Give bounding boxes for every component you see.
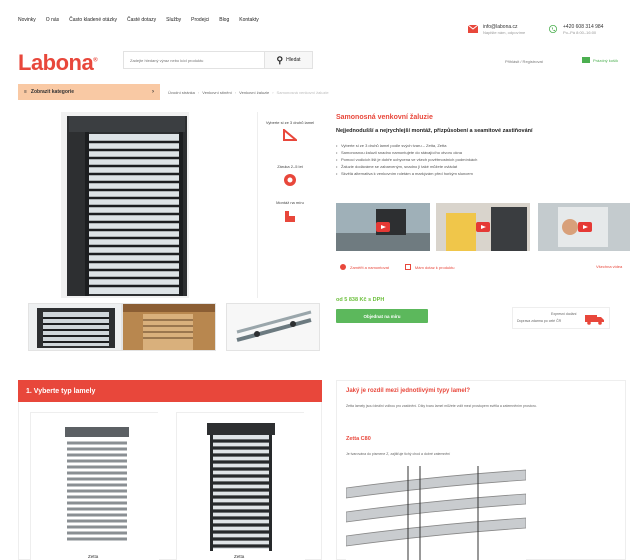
play-icon[interactable] — [476, 222, 490, 232]
feature-lamels: Vyberte si ze 3 druhů lamel — [258, 120, 322, 141]
video-thumbnail[interactable] — [436, 203, 530, 251]
breadcrumb-item[interactable]: Venkovní žaluzie — [239, 90, 269, 95]
top-link[interactable]: Blog — [219, 17, 229, 23]
pin-icon — [340, 264, 346, 270]
top-link[interactable]: Novinky — [18, 17, 36, 23]
play-icon[interactable] — [376, 222, 390, 232]
logo-text: Labona — [18, 50, 94, 75]
search-button-label: Hledat — [286, 57, 301, 63]
breadcrumb-item[interactable]: Úvodní stránka — [168, 90, 195, 95]
product-main-image[interactable] — [61, 112, 189, 298]
play-icon[interactable] — [578, 222, 592, 232]
top-link[interactable]: Prodejci — [191, 17, 209, 23]
product-bullets: Vyberte si ze 3 druhů lamel podle svých … — [336, 142, 477, 177]
gallery-thumbnail[interactable] — [28, 303, 122, 351]
category-label: Zobrazit kategorie — [30, 89, 74, 95]
measure-label: Zaměřit a namontovat — [350, 264, 389, 270]
product-actions: Zaměřit a namontovat Mám dotaz k produkt… — [340, 264, 454, 270]
thumbnail-wood — [123, 304, 215, 350]
lamel-light-image — [31, 413, 159, 560]
breadcrumb-separator: › — [272, 90, 274, 95]
search-bar: ⚲ Hledat — [123, 51, 313, 69]
all-videos-link[interactable]: Všechna videa — [596, 264, 622, 269]
feature-label: Montáž na míru — [276, 200, 304, 205]
breadcrumb-separator: › — [197, 90, 200, 95]
lamel-label: Zetta — [234, 554, 245, 559]
truck-icon — [585, 315, 604, 325]
feature-label: Vyberte si ze 3 druhů lamel — [265, 120, 315, 125]
ask-link[interactable]: Mám dotaz k produktu — [404, 264, 455, 270]
logo[interactable]: Labona® — [18, 50, 98, 76]
top-links: Novinky O nás Často kladené otázky Časté… — [18, 17, 259, 23]
info-heading: Jaký je rozdíl mezi jednotlivými typy la… — [346, 388, 471, 394]
product-price: od 5 838 Kč s DPH — [336, 297, 385, 303]
bullet-item: Skvělá alternativa k venkovním roletám a… — [336, 170, 477, 177]
section-heading: 1. Vyberte typ lamely — [18, 380, 322, 402]
slat-profile-image — [346, 466, 526, 560]
feature-warranty: Záruka 2–5 let — [258, 164, 322, 187]
top-link[interactable]: Služby — [166, 17, 181, 23]
breadcrumb-current: Samonosná venkovní žaluzie — [276, 90, 329, 95]
delivery-line1: Expresní dodání — [551, 312, 577, 316]
phone-contact[interactable]: +420 608 314 984 Po–Pá 8:00–16:00 — [548, 24, 603, 36]
bullet-item: Samonosnou žaluzii snadno namontujete do… — [336, 149, 477, 156]
registered-mark: ® — [93, 57, 98, 64]
lamel-option[interactable] — [30, 412, 159, 560]
top-link[interactable]: Kontakty — [239, 17, 258, 23]
cart-icon — [582, 57, 590, 63]
phone-icon — [549, 25, 557, 33]
mail-icon — [468, 25, 478, 33]
info-subheading: Zetta C80 — [346, 436, 371, 442]
blind-illustration — [61, 112, 189, 298]
chevron-down-icon: › — [152, 89, 154, 95]
search-input[interactable] — [124, 52, 264, 68]
email-sub: Napište nám, odpovíme — [483, 30, 526, 35]
account-link[interactable]: Přihlásit / Registrovat — [505, 59, 543, 64]
order-button[interactable]: Objednat na míru — [336, 309, 428, 323]
breadcrumb: Úvodní stránka › Venkovní stínění › Venkov… — [168, 90, 329, 95]
lamel-dark-image — [177, 413, 305, 560]
video-thumbnail[interactable] — [336, 203, 430, 251]
house-icon — [285, 211, 295, 222]
thumbnail-diagram — [227, 304, 319, 350]
top-link[interactable]: Časté dotazy — [127, 17, 156, 23]
cart-label: Prázdný košík — [593, 57, 619, 63]
product-title: Samonosná venkovní žaluzie — [336, 114, 433, 121]
lamel-label: Zetta — [88, 554, 99, 559]
delivery-box: Expresní dodání Doprava zdarma po celé Č… — [512, 307, 610, 329]
top-link[interactable]: Často kladené otázky — [69, 17, 117, 23]
measure-link[interactable]: Zaměřit a namontovat — [340, 264, 389, 270]
phone-sub: Po–Pá 8:00–16:00 — [563, 30, 597, 35]
search-button[interactable]: ⚲ Hledat — [264, 52, 312, 68]
info-subtext: Je tvarována do písmene Z, zajišťuje tic… — [346, 452, 451, 456]
feature-label: Záruka 2–5 let — [277, 164, 303, 169]
bullet-item: Vyberte si ze 3 druhů lamel podle svých … — [336, 142, 477, 149]
ask-label: Mám dotaz k produktu — [414, 264, 455, 270]
thumbnail-blind — [29, 304, 121, 350]
category-button[interactable]: ≡ Zobrazit kategorie › — [18, 84, 160, 100]
bullet-item: Žaluzie dodáváme se zabarveným, snadno j… — [336, 163, 477, 170]
info-text: Zetta lamely jsou ideální volbou pro zas… — [346, 404, 537, 408]
feature-mount: Montáž na míru — [258, 200, 322, 223]
lamel-option[interactable] — [176, 412, 305, 560]
video-thumbnail[interactable] — [538, 203, 630, 251]
cart-button[interactable]: Prázdný košík — [582, 57, 618, 63]
gallery-thumbnail[interactable] — [226, 303, 320, 351]
top-link[interactable]: O nás — [46, 17, 59, 23]
email-contact[interactable]: info@labona.cz Napište nám, odpovíme — [468, 24, 525, 36]
question-icon — [404, 264, 411, 270]
search-icon: ⚲ — [276, 54, 284, 65]
gallery-thumbnail[interactable] — [122, 303, 216, 351]
breadcrumb-item[interactable]: Venkovní stínění — [202, 90, 232, 95]
top-navigation: Novinky O nás Často kladené otázky Časté… — [0, 0, 630, 40]
menu-icon: ≡ — [24, 89, 27, 95]
breadcrumb-separator: › — [234, 90, 237, 95]
bullet-item: Pomocí vodicích lišt je dobře uchycena v… — [336, 156, 477, 163]
product-subtitle: Nejjednodušší a nejrychlejší montáž, při… — [336, 128, 533, 134]
delivery-line2: Doprava zdarma po celé ČR — [517, 319, 562, 323]
shield-icon — [284, 174, 296, 186]
feature-column: Vyberte si ze 3 druhů lamel Záruka 2–5 l… — [257, 112, 321, 298]
triangle-icon — [283, 129, 297, 141]
